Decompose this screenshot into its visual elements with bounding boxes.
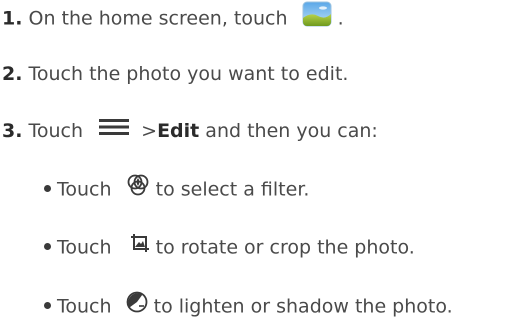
step-2: 2. Touch the photo you want to edit. [2,62,348,86]
bullet-dot [44,301,51,309]
bullet-item-crop: Touch to rotate or crop the photo. [44,233,415,261]
bullet-dot [44,242,51,250]
step-number: 2. [2,63,23,85]
edit-label: Edit [157,120,200,142]
step-text-end: . [337,7,344,30]
bullet-text: Touch [57,295,112,318]
step-3: 3. Touch >Edit and then you can: [2,118,378,144]
step-text: On the home screen, touch [28,7,288,30]
bullet-item-lighten: Touch to lighten or shadow the photo. [44,291,453,321]
step-text-end: and then you can: [205,120,378,142]
bullet-text-end: to rotate or crop the photo. [155,236,415,259]
step-text: Touch the photo you want to edit. [28,63,349,85]
menu-icon [99,118,130,142]
gallery-icon [302,1,332,33]
filter-icon [126,174,150,202]
step-number: 1. [2,7,23,30]
step-text: Touch [28,120,84,142]
bullet-text-end: to select a filter. [155,178,310,201]
crop-rotate-icon [130,233,150,259]
menu-arrow: > [141,120,158,142]
bullet-item-filter: Touch to select a filter. [44,174,310,204]
bullet-text-end: to lighten or shadow the photo. [153,295,453,318]
bullet-text: Touch [57,236,112,259]
step-1: 1. On the home screen, touch . [2,1,344,35]
bullet-dot [44,184,51,192]
step-number: 3. [2,120,23,142]
bullet-text: Touch [57,178,112,201]
lighten-shadow-icon [126,291,148,319]
